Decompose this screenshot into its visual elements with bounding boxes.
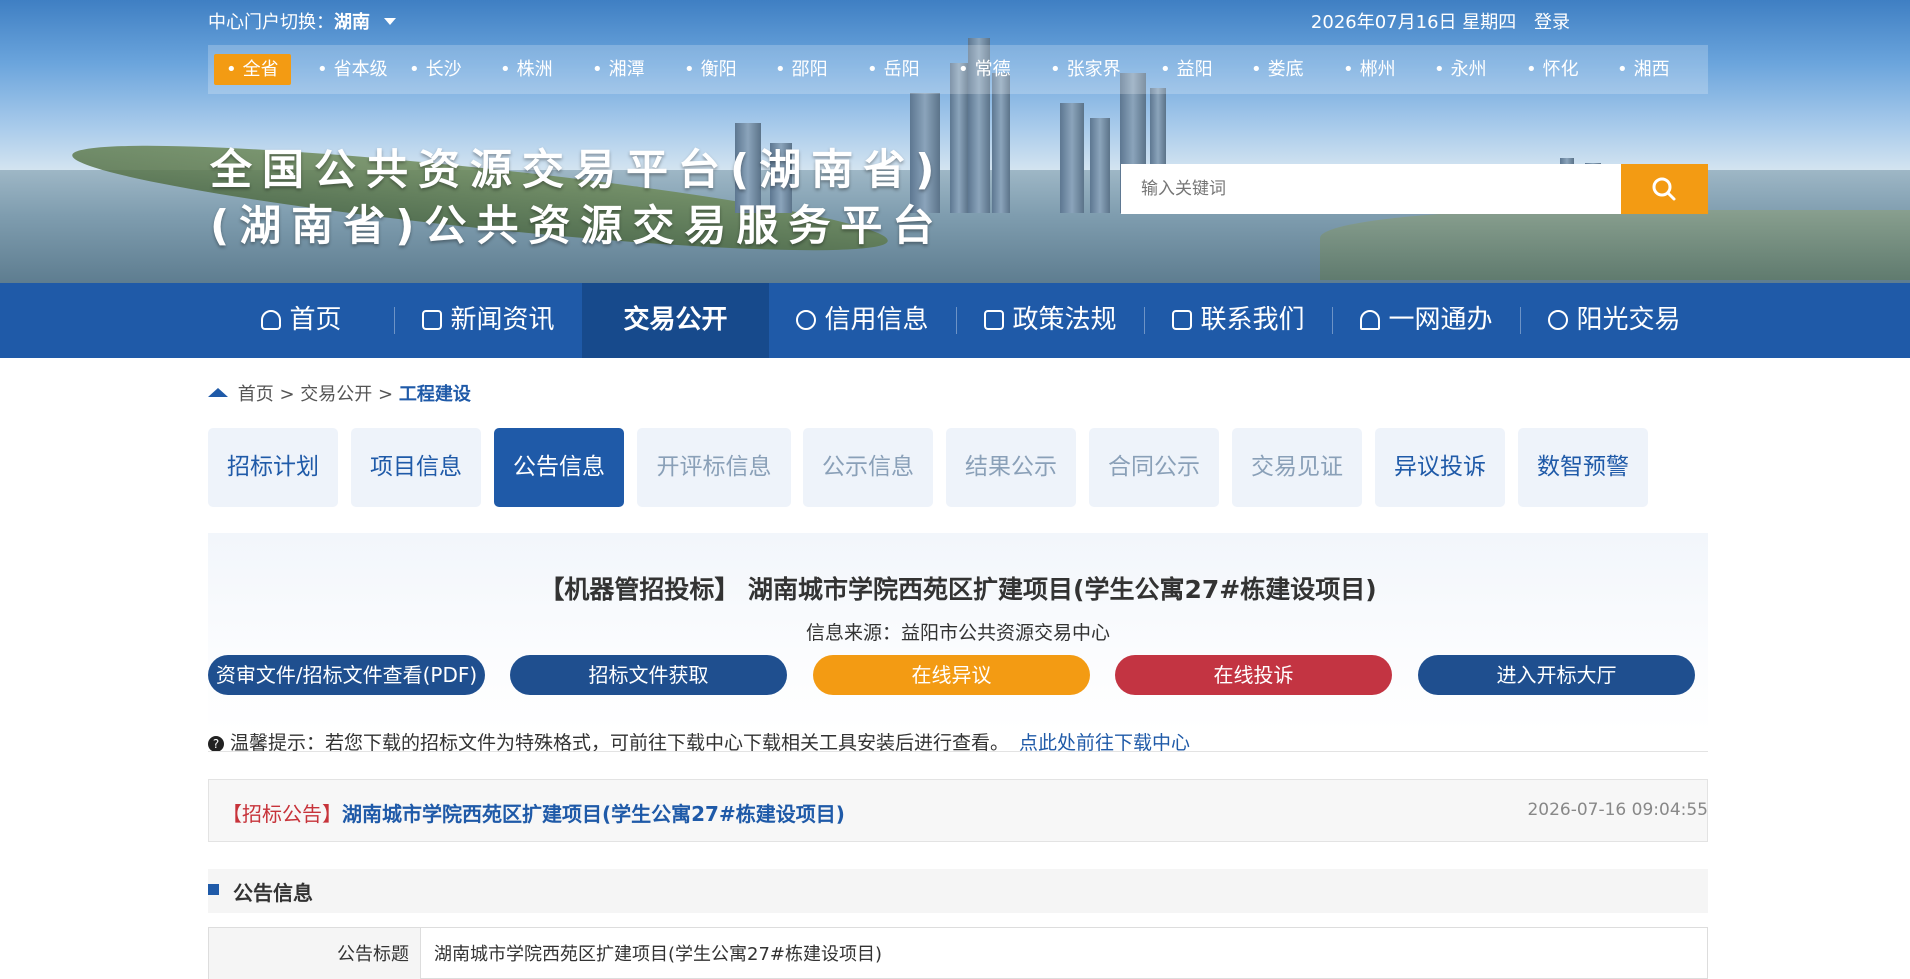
nav-label: 政策法规 <box>1012 305 1117 335</box>
section-header <box>208 869 1708 913</box>
breadcrumb-home[interactable]: 首页 <box>238 384 274 405</box>
home-icon[interactable] <box>208 388 228 397</box>
site-title-line2: (湖南省)公共资源交易服务平台 <box>210 201 945 250</box>
city-bar: 全省 省本级 长沙 株洲 湘潭 衡阳 邵阳 岳阳 常德 张家界 益阳 娄底 郴州… <box>208 45 1708 94</box>
search-input[interactable] <box>1121 164 1621 214</box>
city-item[interactable]: 益阳 <box>1148 54 1225 85</box>
banner-building <box>1090 118 1110 213</box>
banner-building <box>992 73 1010 213</box>
detail-title: 【机器管招投标】 湖南城市学院西苑区扩建项目(学生公寓27#栋建设项目) <box>539 575 1377 604</box>
city-item[interactable]: 邵阳 <box>763 54 840 85</box>
portal-switch-label: 中心门户切换： <box>208 12 334 33</box>
nav-label: 首页 <box>289 305 342 335</box>
tab-publicity[interactable]: 公示信息 <box>803 428 933 507</box>
tab-contracts[interactable]: 合同公示 <box>1089 428 1219 507</box>
main-nav: 首页 新闻资讯 交易公开 信用信息 政策法规 联系我们 一网通办 阳光交易 <box>0 283 1910 358</box>
tab-bid-plan[interactable]: 招标计划 <box>208 428 338 507</box>
contact-icon <box>1172 310 1193 330</box>
site-title-line1: 全国公共资源交易平台(湖南省) <box>210 145 945 194</box>
tab-project-info[interactable]: 项目信息 <box>351 428 481 507</box>
search-button[interactable] <box>1621 164 1708 214</box>
city-item[interactable]: 永州 <box>1422 54 1499 85</box>
nav-label: 阳光交易 <box>1576 305 1681 335</box>
portal-switch[interactable]: 中心门户切换：湖南 <box>208 8 396 34</box>
nav-credit[interactable]: 信用信息 <box>769 283 956 358</box>
online-complaint-button[interactable]: 在线投诉 <box>1115 655 1392 695</box>
help-icon: ? <box>208 736 224 752</box>
portal-current[interactable]: 湖南 <box>334 12 370 33</box>
detail-source: 信息来源：益阳市公共资源交易中心 <box>805 622 1110 644</box>
login-link[interactable]: 登录 <box>1534 12 1570 33</box>
breadcrumb-separator: > <box>378 384 394 405</box>
nav-policy[interactable]: 政策法规 <box>957 283 1144 358</box>
service-icon <box>1360 310 1381 330</box>
info-table <box>208 927 1708 979</box>
breadcrumb-current[interactable]: 工程建设 <box>399 384 471 405</box>
city-item[interactable]: 湘潭 <box>580 54 657 85</box>
news-icon <box>422 310 443 330</box>
nav-one-stop[interactable]: 一网通办 <box>1333 283 1520 358</box>
chevron-down-icon[interactable] <box>383 18 396 25</box>
notice-type-badge: 【招标公告】 <box>222 802 342 826</box>
home-icon <box>261 310 282 330</box>
breadcrumb-separator: > <box>279 384 295 405</box>
city-item[interactable]: 湘西 <box>1605 54 1682 85</box>
search-icon <box>1652 177 1676 201</box>
get-bid-docs-button[interactable]: 招标文件获取 <box>510 655 787 695</box>
banner-shore <box>1320 210 1910 280</box>
city-item[interactable]: 张家界 <box>1038 54 1133 85</box>
city-item[interactable]: 衡阳 <box>672 54 749 85</box>
online-objection-button[interactable]: 在线异议 <box>813 655 1090 695</box>
enter-bid-hall-button[interactable]: 进入开标大厅 <box>1418 655 1695 695</box>
nav-label: 联系我们 <box>1200 305 1305 335</box>
city-item[interactable]: 岳阳 <box>855 54 932 85</box>
city-item[interactable]: 省本级 <box>305 54 400 85</box>
current-date: 2026年07月16日 星期四 <box>1310 12 1517 33</box>
city-item[interactable]: 娄底 <box>1239 54 1316 85</box>
nav-news[interactable]: 新闻资讯 <box>395 283 582 358</box>
info-value: 湖南城市学院西苑区扩建项目(学生公寓27#栋建设项目) <box>434 944 883 965</box>
tab-witness[interactable]: 交易见证 <box>1232 428 1362 507</box>
nav-home[interactable]: 首页 <box>208 283 395 358</box>
top-right-info: 2026年07月16日 星期四 登录 <box>1299 8 1570 34</box>
city-item[interactable]: 长沙 <box>397 54 474 85</box>
tab-results[interactable]: 结果公示 <box>946 428 1076 507</box>
breadcrumb: 首页 > 交易公开 > 工程建设 <box>208 380 471 406</box>
nav-label: 信用信息 <box>824 305 929 335</box>
nav-sunshine[interactable]: 阳光交易 <box>1521 283 1708 358</box>
nav-contact[interactable]: 联系我们 <box>1145 283 1332 358</box>
city-item[interactable]: 常德 <box>946 54 1023 85</box>
city-item[interactable]: 怀化 <box>1514 54 1591 85</box>
city-item[interactable]: 全省 <box>214 54 291 85</box>
tab-announcement[interactable]: 公告信息 <box>494 428 624 507</box>
sunshine-icon <box>1548 310 1569 330</box>
banner-building <box>1060 103 1084 213</box>
nav-label: 新闻资讯 <box>450 305 555 335</box>
policy-icon <box>984 310 1005 330</box>
section-marker <box>208 884 219 895</box>
notice-time: 2026-07-16 09:04:55 <box>1527 800 1708 820</box>
section-title: 公告信息 <box>233 881 313 905</box>
tab-complaints[interactable]: 异议投诉 <box>1375 428 1505 507</box>
tab-smart-alert[interactable]: 数智预警 <box>1518 428 1648 507</box>
tab-bid-opening[interactable]: 开评标信息 <box>637 428 791 507</box>
view-docs-pdf-button[interactable]: 资审文件/招标文件查看(PDF) <box>208 655 485 695</box>
city-item[interactable]: 株洲 <box>488 54 565 85</box>
info-label: 公告标题 <box>337 944 409 965</box>
notice-title-link[interactable]: 湖南城市学院西苑区扩建项目(学生公寓27#栋建设项目) <box>342 798 845 827</box>
divider <box>208 751 1708 752</box>
nav-label: 一网通办 <box>1388 305 1493 335</box>
breadcrumb-level2[interactable]: 交易公开 <box>300 384 372 405</box>
credit-icon <box>796 310 817 330</box>
nav-trading-public[interactable]: 交易公开 <box>582 283 769 358</box>
city-item[interactable]: 郴州 <box>1331 54 1408 85</box>
nav-label: 交易公开 <box>623 305 728 335</box>
